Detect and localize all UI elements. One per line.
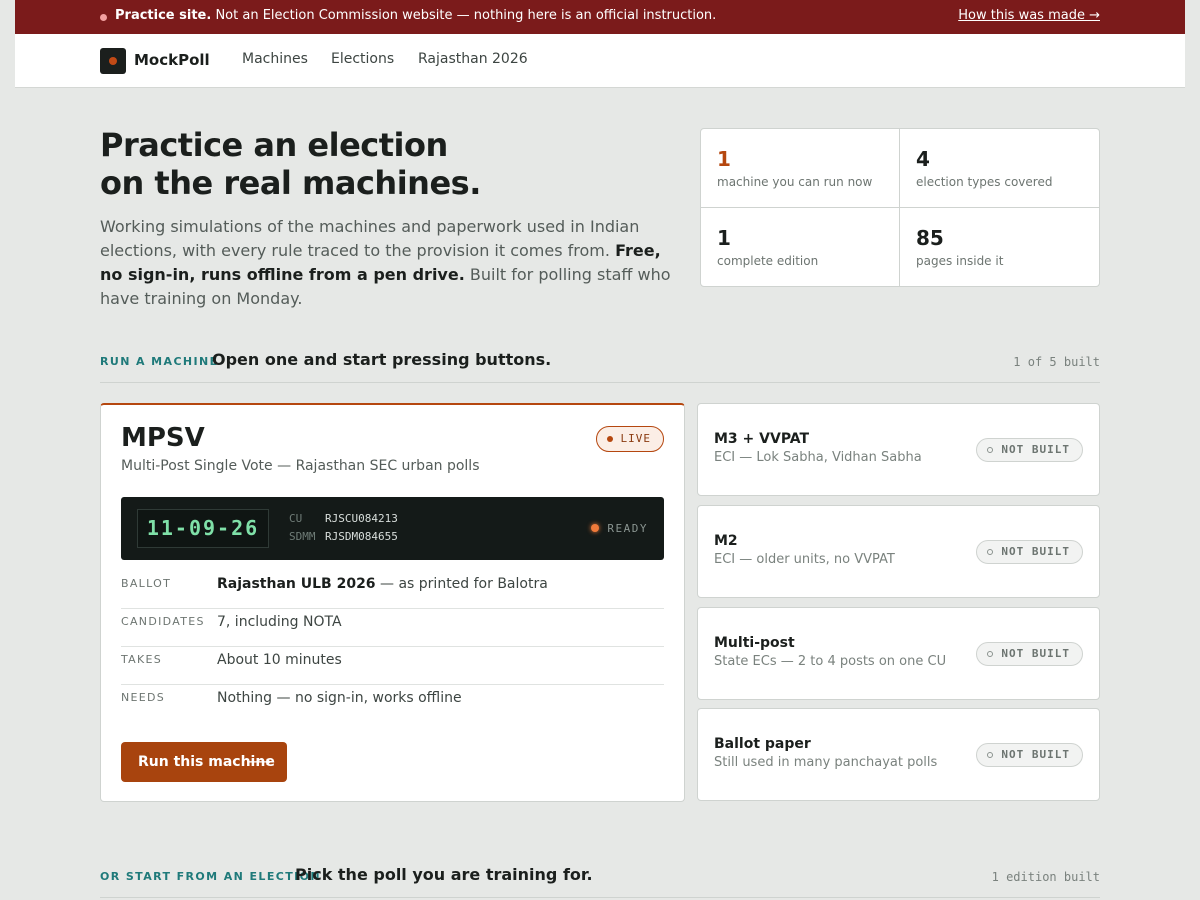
hero-title-line-1: Practice an election [100, 126, 448, 164]
banner-text: Not an Election Commission website — not… [211, 8, 717, 23]
stat-complete-editions: 1 complete edition [701, 208, 900, 287]
machine-card-m2[interactable]: M2 ECI — older units, no VVPAT NOT BUILT [697, 505, 1100, 598]
status-circle-icon [987, 549, 994, 555]
hero-description: Working simulations of the machines and … [100, 215, 675, 311]
stat-number: 1 [717, 147, 731, 171]
machine-card-mpsv: MPSV Multi-Post Single Vote — Rajasthan … [100, 403, 685, 802]
not-built-badge: NOT BUILT [976, 642, 1083, 666]
spec-key: TAKES [121, 653, 163, 666]
machine-card-title: Ballot paper [714, 736, 811, 752]
nav-link-rajasthan-2026[interactable]: Rajasthan 2026 [418, 51, 528, 67]
stat-label: pages inside it [916, 254, 1004, 268]
stat-number: 85 [916, 226, 944, 250]
spec-row-ballot: BALLOT Rajasthan ULB 2026 — as printed f… [121, 571, 664, 609]
top-nav: MockPoll Machines Elections Rajasthan 20… [15, 34, 1185, 88]
stat-pages: 85 pages inside it [900, 208, 1099, 287]
stat-number: 4 [916, 147, 930, 171]
stat-label: complete edition [717, 254, 819, 268]
status-circle-icon [987, 651, 994, 657]
sdmm-serial: RJSDM084655 [325, 530, 398, 543]
logo-dot [109, 57, 117, 65]
machine-card-subtitle: State ECs — 2 to 4 posts on one CU [714, 654, 947, 669]
machine-card-title: Multi-post [714, 635, 795, 651]
spec-value: 7, including NOTA [217, 614, 342, 630]
machine-device-preview: 11-09-26 CU RJSCU084213 SDMM RJSDM084655… [121, 497, 664, 560]
badge-label: NOT BUILT [1001, 748, 1070, 761]
spec-value: Nothing — no sign-in, works offline [217, 690, 462, 706]
not-built-badge: NOT BUILT [976, 743, 1083, 767]
hero-title: Practice an election on the real machine… [100, 126, 481, 202]
machine-subtitle: Multi-Post Single Vote — Rajasthan SEC u… [121, 458, 480, 474]
nav-link-machines[interactable]: Machines [242, 51, 308, 67]
spec-key: CANDIDATES [121, 615, 205, 628]
not-built-badge: NOT BUILT [976, 540, 1083, 564]
status-circle-icon [987, 447, 994, 453]
lcd-display: 11-09-26 [137, 509, 269, 548]
section-count: 1 edition built [991, 870, 1100, 884]
badge-label: NOT BUILT [1001, 647, 1070, 660]
machine-card-subtitle: ECI — older units, no VVPAT [714, 552, 895, 567]
stats-panel: 1 machine you can run now 4 election typ… [700, 128, 1100, 287]
banner-message: Practice site. Not an Election Commissio… [115, 8, 716, 23]
status-circle-icon [987, 752, 994, 758]
machine-card-multi-post[interactable]: Multi-post State ECs — 2 to 4 posts on o… [697, 607, 1100, 700]
cu-label: CU [289, 512, 303, 525]
live-dot-icon [606, 436, 613, 442]
not-built-badge: NOT BUILT [976, 438, 1083, 462]
arrow-right-icon: ⟶ [248, 752, 271, 771]
badge-label: NOT BUILT [1001, 443, 1070, 456]
hero-title-line-2: on the real machines. [100, 164, 481, 202]
stat-election-types: 4 election types covered [900, 129, 1099, 208]
stat-label: election types covered [916, 175, 1053, 189]
section-header-elections: OR START FROM AN ELECTION Pick the poll … [100, 865, 1100, 898]
ready-light-icon [591, 524, 600, 532]
stat-number: 1 [717, 226, 731, 250]
brand-name[interactable]: MockPoll [134, 51, 210, 69]
cu-serial: RJSCU084213 [325, 512, 398, 525]
hero-desc-part-1: Working simulations of the machines and … [100, 217, 640, 260]
spec-row-takes: TAKES About 10 minutes [121, 647, 664, 685]
spec-row-needs: NEEDS Nothing — no sign-in, works offlin… [121, 685, 664, 723]
section-eyebrow: OR START FROM AN ELECTION [100, 870, 321, 883]
stat-machines-runnable: 1 machine you can run now [701, 129, 900, 208]
section-header-machines: RUN A MACHINE Open one and start pressin… [100, 350, 1100, 383]
run-machine-button[interactable]: Run this machine ⟶ [121, 742, 287, 782]
machine-card-subtitle: ECI — Lok Sabha, Vidhan Sabha [714, 450, 922, 465]
machine-card-ballot-paper[interactable]: Ballot paper Still used in many panchaya… [697, 708, 1100, 801]
practice-banner: Practice site. Not an Election Commissio… [15, 0, 1185, 34]
banner-dot-icon [100, 14, 107, 21]
spec-value: Rajasthan ULB 2026 — as printed for Balo… [217, 576, 548, 592]
nav-link-elections[interactable]: Elections [331, 51, 394, 67]
machine-card-subtitle: Still used in many panchayat polls [714, 755, 938, 770]
spec-row-candidates: CANDIDATES 7, including NOTA [121, 609, 664, 647]
banner-strong: Practice site. [115, 8, 212, 23]
spec-value-bold: Rajasthan ULB 2026 [217, 576, 376, 592]
mockpoll-logo-icon[interactable] [100, 48, 126, 74]
live-badge: LIVE [595, 426, 664, 452]
section-count: 1 of 5 built [1013, 355, 1100, 369]
machine-title: MPSV [121, 423, 205, 453]
live-badge-label: LIVE [620, 432, 651, 445]
machine-card-title: M3 + VVPAT [714, 431, 810, 447]
ready-label: READY [607, 522, 648, 535]
how-this-was-made-link[interactable]: How this was made → [958, 8, 1100, 23]
section-eyebrow: RUN A MACHINE [100, 355, 219, 368]
machine-card-title: M2 [714, 533, 738, 549]
section-title: Open one and start pressing buttons. [212, 350, 552, 369]
sdmm-label: SDMM [289, 530, 316, 543]
stat-label: machine you can run now [717, 175, 873, 189]
ready-indicator: READY [591, 522, 648, 535]
badge-label: NOT BUILT [1001, 545, 1070, 558]
spec-key: BALLOT [121, 577, 172, 590]
spec-value-text: — as printed for Balotra [375, 576, 548, 592]
spec-key: NEEDS [121, 691, 166, 704]
machine-card-m3-vvpat[interactable]: M3 + VVPAT ECI — Lok Sabha, Vidhan Sabha… [697, 403, 1100, 496]
section-title: Pick the poll you are training for. [295, 865, 593, 884]
spec-value: About 10 minutes [217, 652, 342, 668]
